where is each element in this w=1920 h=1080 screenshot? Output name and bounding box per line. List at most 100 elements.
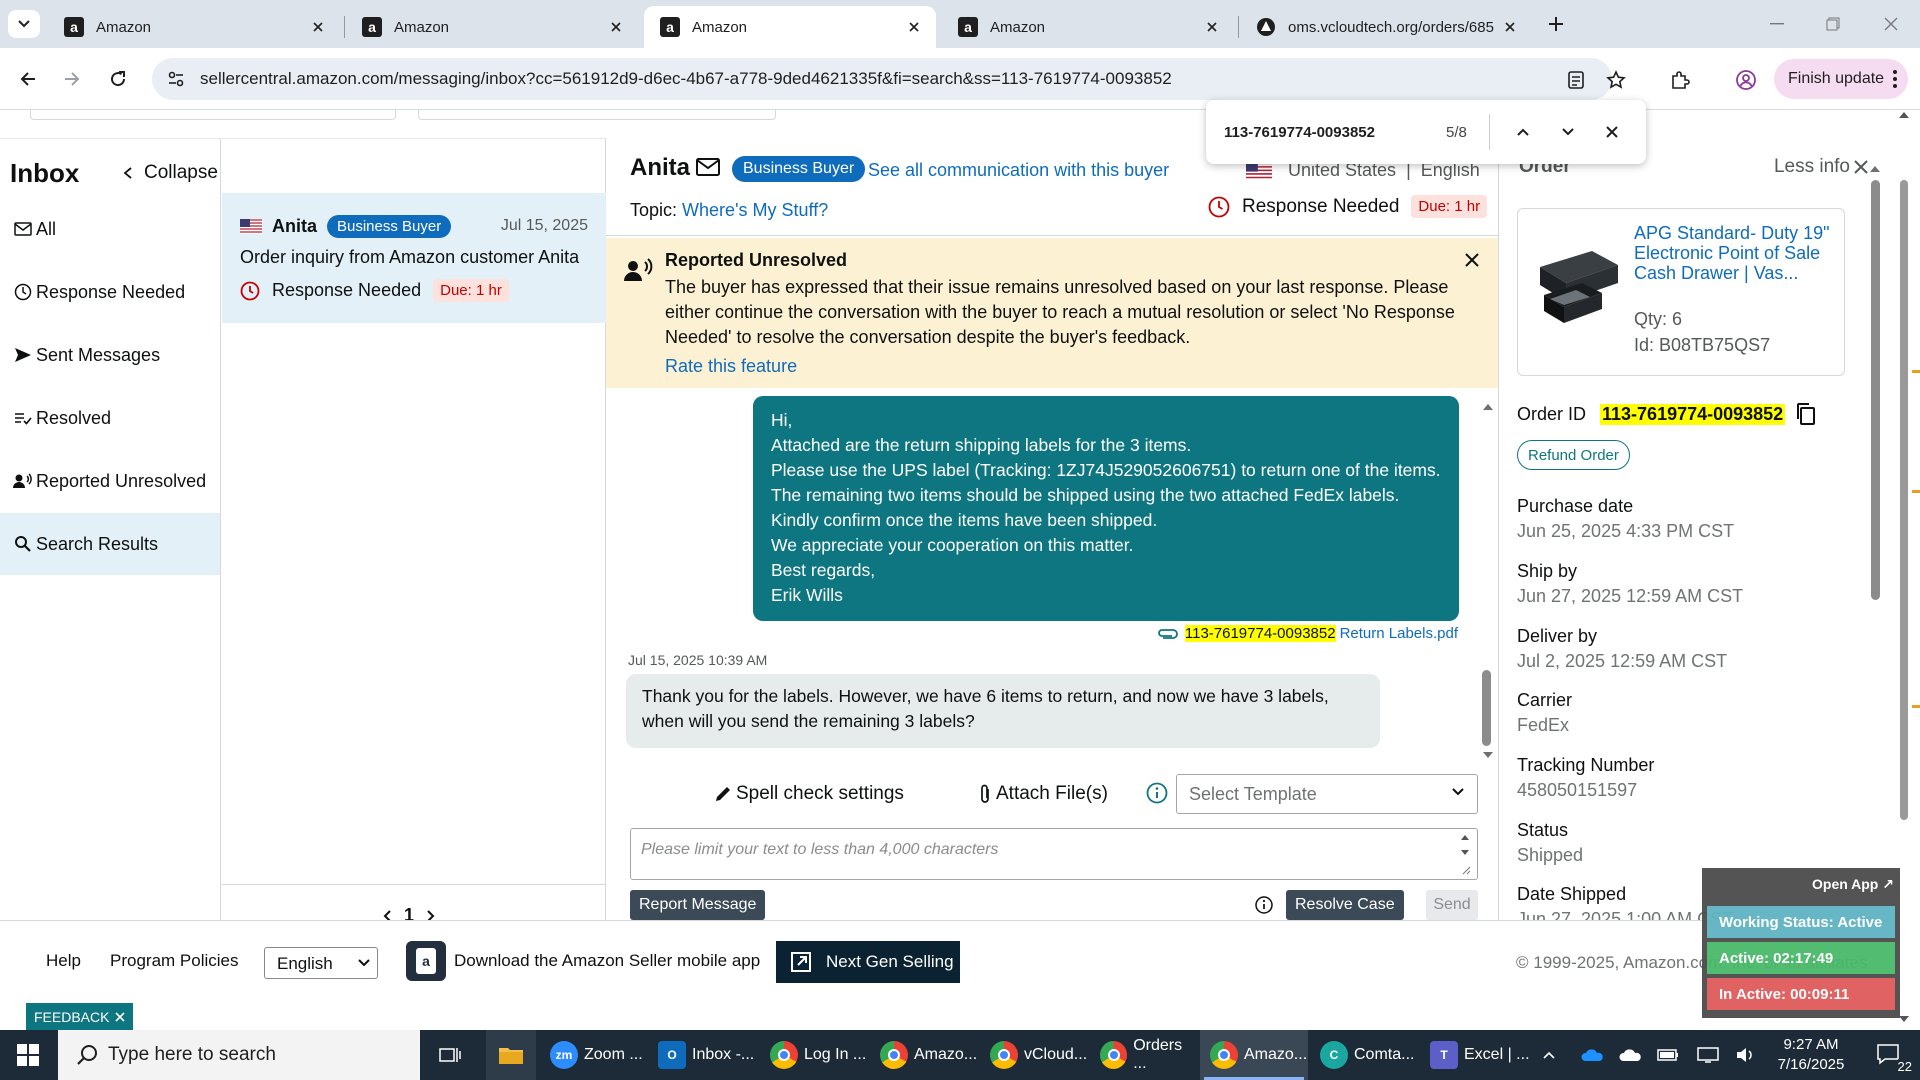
due-badge: Due: 1 hr — [433, 279, 509, 302]
back-button[interactable] — [12, 63, 44, 95]
rate-feature-link[interactable]: Rate this feature — [665, 356, 797, 377]
taskbar-item-chrome[interactable]: Log In ... — [760, 1030, 868, 1080]
taskbar-item-zoom[interactable]: zm Zoom ... — [540, 1030, 644, 1080]
file-explorer-icon[interactable] — [486, 1030, 536, 1080]
refund-order-button[interactable]: Refund Order — [1517, 440, 1630, 470]
close-icon[interactable] — [308, 17, 328, 37]
battery-icon[interactable] — [1650, 1030, 1686, 1080]
less-info-button[interactable]: Less info — [1774, 156, 1868, 178]
browser-tab[interactable]: a Amazon — [48, 6, 340, 48]
taskbar-item-label: Amazo... — [914, 1046, 978, 1063]
spell-check-settings-button[interactable]: Spell check settings — [714, 774, 904, 814]
taskbar-item-comta[interactable]: C Comta... — [1310, 1030, 1418, 1080]
find-next-button[interactable] — [1556, 120, 1580, 144]
attach-files-button[interactable]: Attach File(s) — [978, 774, 1108, 814]
top-search-box[interactable] — [30, 110, 396, 120]
open-app-button[interactable]: Open App ↗ — [1812, 876, 1894, 893]
taskbar-clock[interactable]: 9:27 AM 7/16/2025 — [1766, 1035, 1856, 1075]
show-hidden-icons[interactable] — [1534, 1030, 1564, 1080]
sidebar-item-reported-unresolved[interactable]: Reported Unresolved — [0, 450, 220, 512]
sidebar-item-sent-messages[interactable]: Sent Messages — [0, 324, 220, 386]
task-view-icon[interactable] — [430, 1030, 470, 1080]
resolve-case-button[interactable]: Resolve Case — [1286, 890, 1404, 920]
textarea-scroll-icon[interactable] — [1459, 832, 1471, 876]
send-button[interactable]: Send — [1426, 890, 1478, 920]
taskbar-item-chrome[interactable]: Orders ... — [1090, 1030, 1198, 1080]
start-button[interactable] — [0, 1030, 56, 1080]
taskbar-item-chrome[interactable]: Amazo... — [870, 1030, 978, 1080]
top-filter-box[interactable] — [418, 110, 776, 120]
collapse-button[interactable]: Collapse — [122, 162, 218, 184]
finish-update-button[interactable]: Finish update — [1774, 59, 1908, 99]
browser-tab-strip: a Amazon a Amazon a Amazon a Amazon oms.… — [0, 0, 1920, 48]
message-textarea[interactable]: Please limit your text to less than 4,00… — [630, 828, 1478, 880]
copy-icon[interactable] — [1795, 402, 1817, 426]
taskbar-item-teams[interactable]: T Excel | ... — [1420, 1030, 1532, 1080]
conversation-list-item[interactable]: Anita Business Buyer Jul 15, 2025 Order … — [222, 193, 606, 323]
browser-tab[interactable]: a Amazon — [346, 6, 638, 48]
restore-button[interactable] — [1804, 0, 1862, 48]
select-template-dropdown[interactable]: Select Template — [1176, 774, 1478, 814]
see-all-communication-link[interactable]: See all communication with this buyer — [868, 160, 1169, 181]
onedrive-icon[interactable] — [1574, 1030, 1610, 1080]
seller-app-icon[interactable]: a — [406, 941, 446, 981]
download-app-link[interactable]: Download the Amazon Seller mobile app — [454, 951, 760, 971]
product-title-link[interactable]: APG Standard- Duty 19" Electronic Point … — [1634, 223, 1834, 283]
close-icon[interactable] — [904, 17, 924, 37]
close-icon[interactable] — [606, 17, 626, 37]
minimize-button[interactable] — [1748, 0, 1806, 48]
tab-search-button[interactable] — [8, 10, 40, 38]
sidebar-item-all[interactable]: All — [0, 198, 220, 260]
find-query-input[interactable]: 113-7619774-0093852 — [1224, 124, 1375, 141]
close-window-button[interactable] — [1862, 0, 1920, 48]
network-icon[interactable] — [1690, 1030, 1726, 1080]
find-close-button[interactable] — [1600, 120, 1624, 144]
browser-tab[interactable]: a Amazon — [942, 6, 1234, 48]
browser-tab[interactable]: oms.vcloudtech.org/orders/685 — [1240, 6, 1532, 48]
bookmark-star-icon[interactable] — [1602, 66, 1630, 94]
close-icon[interactable] — [1202, 17, 1222, 37]
reload-button[interactable] — [102, 63, 134, 95]
scroll-up-icon[interactable] — [1482, 403, 1494, 411]
find-previous-button[interactable] — [1511, 120, 1535, 144]
scroll-down-icon[interactable] — [1482, 751, 1494, 759]
language-select[interactable]: English — [264, 947, 378, 979]
onedrive-icon[interactable] — [1612, 1030, 1648, 1080]
next-gen-selling-button[interactable]: Next Gen Selling — [776, 941, 960, 983]
info-icon[interactable] — [1254, 895, 1274, 915]
volume-icon[interactable] — [1728, 1030, 1764, 1080]
extensions-icon[interactable] — [1666, 66, 1694, 94]
sidebar-item-response-needed[interactable]: Response Needed — [0, 261, 220, 323]
chevron-left-icon — [123, 167, 132, 179]
date-shipped-label: Date Shipped — [1517, 884, 1627, 904]
tab-title: Amazon — [96, 18, 152, 36]
page-translate-icon[interactable] — [1562, 66, 1590, 94]
address-bar[interactable]: sellercentral.amazon.com/messaging/inbox… — [152, 58, 1612, 100]
program-policies-link[interactable]: Program Policies — [110, 951, 239, 971]
message-scrollbar[interactable] — [1482, 670, 1491, 746]
taskbar-item-chrome[interactable]: vCloud... — [980, 1030, 1088, 1080]
mail-icon[interactable] — [696, 158, 720, 176]
attachment-filename[interactable]: Return Labels.pdf — [1340, 625, 1458, 642]
report-message-button[interactable]: Report Message — [630, 890, 766, 920]
close-icon[interactable] — [1464, 252, 1480, 268]
taskbar-search-box[interactable]: Type here to search — [58, 1030, 420, 1080]
topic-link[interactable]: Where's My Stuff? — [682, 200, 828, 220]
amazon-icon: a — [64, 17, 84, 37]
notification-center[interactable]: 22 — [1862, 1030, 1918, 1080]
sidebar-item-resolved[interactable]: Resolved — [0, 387, 220, 449]
profile-icon[interactable] — [1732, 66, 1760, 94]
taskbar-item-outlook[interactable]: O Inbox -... — [648, 1030, 758, 1080]
new-tab-button[interactable] — [1540, 10, 1572, 38]
taskbar-item-chrome-active[interactable]: Amazo... — [1200, 1030, 1308, 1080]
browser-tab-active[interactable]: a Amazon — [644, 6, 936, 48]
feedback-button[interactable]: FEEDBACK — [26, 1003, 134, 1031]
template-placeholder: Select Template — [1189, 783, 1317, 804]
forward-button[interactable] — [56, 63, 88, 95]
site-info-icon[interactable] — [156, 58, 196, 100]
close-icon[interactable] — [1500, 17, 1520, 37]
info-icon[interactable] — [1146, 782, 1168, 804]
sidebar-item-search-results[interactable]: Search Results — [0, 513, 220, 575]
message-attachment[interactable]: 113-7619774-0093852 Return Labels.pdf — [1157, 625, 1458, 642]
help-link[interactable]: Help — [46, 951, 81, 971]
